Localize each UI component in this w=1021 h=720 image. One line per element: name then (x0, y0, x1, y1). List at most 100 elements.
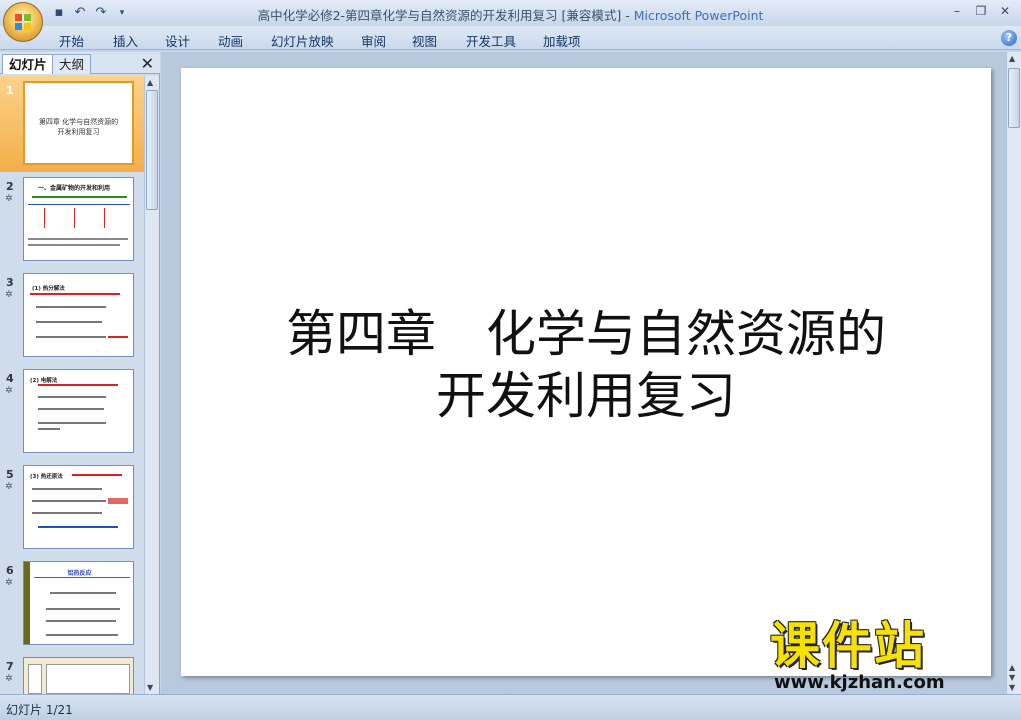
slide-number: 5 (6, 468, 14, 481)
tab-home[interactable]: 开始 (59, 31, 84, 50)
tab-addins[interactable]: 加载项 (543, 31, 581, 50)
tab-slides[interactable]: 幻灯片 (2, 54, 54, 74)
window-controls: – ❐ ✕ (945, 3, 1017, 20)
slide-number: 1 (6, 84, 14, 97)
thumbnail-graphic (104, 208, 105, 228)
thumbnail-graphic (28, 238, 128, 240)
thumbnail-graphic (50, 592, 116, 594)
thumbnail-heading: 一、金属矿物的开发和利用 (38, 185, 111, 192)
scrollbar-thumb[interactable] (146, 90, 158, 210)
tab-slideshow[interactable]: 幻灯片放映 (271, 31, 334, 50)
minimize-icon[interactable]: – (945, 3, 969, 20)
close-panel-icon[interactable]: ✕ (141, 54, 154, 73)
help-icon[interactable]: ? (1001, 30, 1017, 46)
thumbnail-graphic (38, 408, 104, 410)
thumbnail-graphic (44, 208, 45, 228)
thumbnail-preview: 铝热反应 (23, 561, 134, 645)
animation-icon: ✲ (5, 290, 13, 300)
thumbnail-graphic (38, 526, 118, 528)
ribbon-tabs: 开始 插入 设计 动画 幻灯片放映 审阅 视图 开发工具 加载项 ? (0, 26, 1021, 50)
scroll-down-icon[interactable]: ▼ (147, 683, 153, 692)
thumbnail-graphic (32, 500, 106, 502)
thumbnail-graphic (74, 208, 75, 228)
thumbnail-graphic (72, 474, 122, 476)
office-button[interactable] (3, 2, 43, 42)
slide-number: 4 (6, 372, 14, 385)
slide-thumbnail-3[interactable]: 3 ✲ (1) 热分解法 (0, 268, 144, 364)
document-title: 高中化学必修2-第四章化学与自然资源的开发利用复习 [兼容模式] - (257, 8, 634, 23)
window-title: 高中化学必修2-第四章化学与自然资源的开发利用复习 [兼容模式] - Micro… (0, 5, 1021, 24)
thumbnail-graphic (36, 306, 106, 308)
tab-animations[interactable]: 动画 (218, 31, 243, 50)
thumbnail-graphic (28, 204, 130, 205)
slide-thumbnail-1[interactable]: 1 第四章 化学与自然资源的 开发利用复习 (0, 76, 144, 172)
restore-icon[interactable]: ❐ (969, 3, 993, 20)
tab-review[interactable]: 审阅 (361, 31, 386, 50)
thumbnail-list: 1 第四章 化学与自然资源的 开发利用复习 2 ✲ 一、金属矿物的开发和利用 3 (0, 76, 144, 694)
watermark: 课件站 www.kjzhan.com (770, 618, 1010, 696)
slides-panel: 幻灯片 大纲 ✕ 1 第四章 化学与自然资源的 开发利用复习 2 ✲ 一、金属矿… (0, 52, 160, 694)
close-icon[interactable]: ✕ (993, 3, 1017, 20)
slide-number: 6 (6, 564, 14, 577)
office-logo-icon (15, 14, 31, 30)
thumbnail-graphic (30, 293, 120, 295)
thumbnail-heading: (1) 热分解法 (32, 286, 65, 292)
scroll-up-icon[interactable]: ▲ (1009, 54, 1015, 63)
tab-insert[interactable]: 插入 (113, 31, 138, 50)
thumbnail-title: 第四章 化学与自然资源的 开发利用复习 (38, 118, 119, 136)
thumbnail-graphic (28, 244, 120, 246)
thumbnail-graphic (36, 336, 106, 338)
watermark-url: www.kjzhan.com (774, 672, 945, 693)
animation-icon: ✲ (5, 674, 13, 684)
thumbnail-preview (23, 657, 134, 694)
thumbnail-graphic (38, 384, 118, 386)
scroll-up-icon[interactable]: ▲ (147, 78, 153, 87)
scrollbar-thumb[interactable] (1008, 68, 1020, 128)
thumbnail-preview: (2) 电解法 (23, 369, 134, 453)
thumbnail-graphic (38, 428, 60, 430)
thumbnail-graphic (36, 321, 102, 323)
slide-scrollbar[interactable]: ▲ ▲ ▼ ▼ (1006, 52, 1021, 694)
thumbnail-graphic (38, 396, 106, 398)
thumbnail-graphic (46, 664, 130, 694)
slide-thumbnail-5[interactable]: 5 ✲ (3) 热还原法 (0, 460, 144, 556)
thumbnail-graphic (38, 422, 106, 424)
animation-icon: ✲ (5, 194, 13, 204)
slide-editor: 第四章 化学与自然资源的 开发利用复习 (161, 52, 1006, 694)
tab-outline[interactable]: 大纲 (52, 54, 92, 74)
app-name: Microsoft PowerPoint (633, 8, 764, 23)
slide-thumbnail-6[interactable]: 6 ✲ 铝热反应 (0, 556, 144, 652)
thumbnail-graphic (46, 620, 116, 622)
thumbnail-graphic (46, 608, 120, 610)
slide-title-line-1: 第四章 化学与自然资源的 (286, 305, 886, 363)
thumbnail-graphic (28, 664, 42, 694)
tab-design[interactable]: 设计 (165, 31, 190, 50)
slide-thumbnail-2[interactable]: 2 ✲ 一、金属矿物的开发和利用 (0, 172, 144, 268)
slide-thumbnail-7[interactable]: 7 ✲ (0, 652, 144, 694)
thumbnail-preview: 一、金属矿物的开发和利用 (23, 177, 134, 261)
status-bar: 幻灯片 1/21 (0, 694, 1021, 720)
animation-icon: ✲ (5, 386, 13, 396)
slide-title-line-2: 开发利用复习 (436, 367, 736, 425)
thumbnail-preview: (1) 热分解法 (23, 273, 134, 357)
title-bar: ▪ ↶ ↷ ▾ 高中化学必修2-第四章化学与自然资源的开发利用复习 [兼容模式]… (0, 0, 1021, 26)
animation-icon: ✲ (5, 482, 13, 492)
current-slide[interactable]: 第四章 化学与自然资源的 开发利用复习 (181, 68, 991, 676)
thumbnail-heading: (3) 热还原法 (30, 474, 63, 480)
thumbnail-graphic (32, 488, 102, 490)
thumbnail-preview: (3) 热还原法 (23, 465, 134, 549)
thumbnail-graphic (34, 577, 130, 578)
tab-developer[interactable]: 开发工具 (466, 31, 516, 50)
thumbnail-graphic (32, 196, 127, 198)
slide-title[interactable]: 第四章 化学与自然资源的 开发利用复习 (181, 303, 991, 427)
slide-counter: 幻灯片 1/21 (6, 703, 73, 717)
watermark-title: 课件站 (770, 617, 926, 675)
thumbnail-scrollbar[interactable]: ▲ ▼ (144, 76, 159, 694)
slide-number: 3 (6, 276, 14, 289)
slide-number: 2 (6, 180, 14, 193)
animation-icon: ✲ (5, 578, 13, 588)
slide-thumbnail-4[interactable]: 4 ✲ (2) 电解法 (0, 364, 144, 460)
panel-tabs: 幻灯片 大纲 ✕ (0, 52, 160, 74)
tab-view[interactable]: 视图 (412, 31, 437, 50)
thumbnail-heading: (2) 电解法 (30, 378, 58, 384)
